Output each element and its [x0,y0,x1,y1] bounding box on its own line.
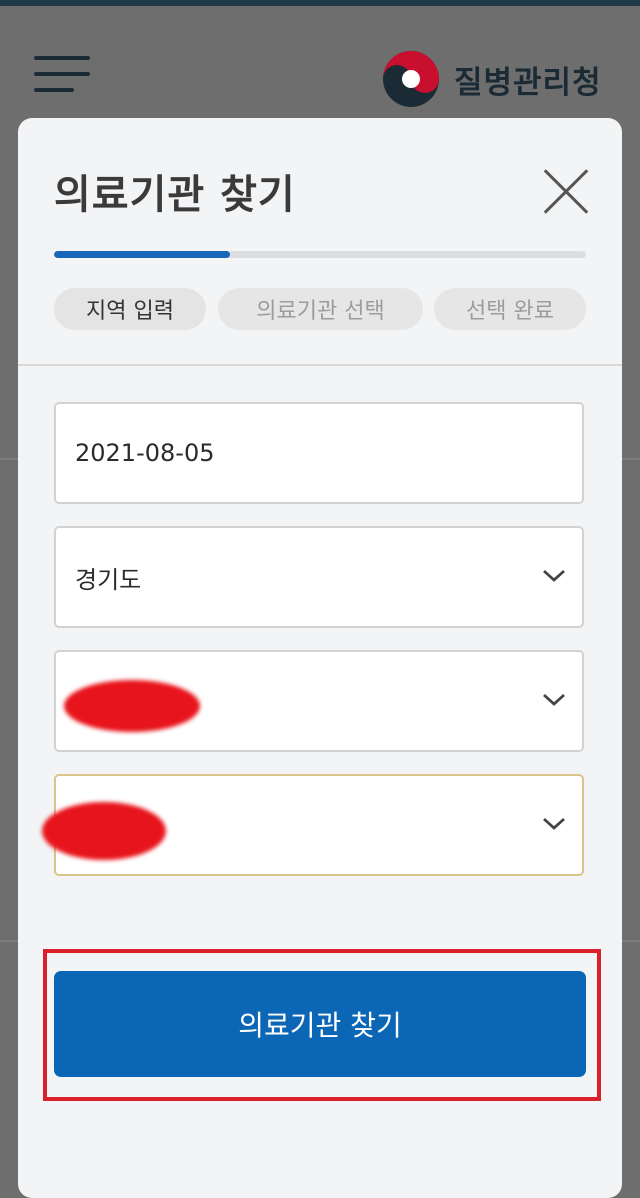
close-icon[interactable] [540,166,592,218]
redaction-mark [64,680,200,732]
step-region-input[interactable]: 지역 입력 [54,288,206,330]
find-hospital-button[interactable]: 의료기관 찾기 [54,971,586,1077]
brand[interactable]: 질병관리청 [382,50,602,108]
province-select[interactable]: 경기도 [54,526,584,628]
province-value: 경기도 [75,565,142,594]
chevron-down-icon [543,817,565,830]
chevron-down-icon [543,569,565,582]
step-progress-bar [54,251,586,258]
redaction-mark [42,802,166,860]
step-hospital-select[interactable]: 의료기관 선택 [218,288,423,330]
taegeuk-icon [383,51,439,107]
modal-title: 의료기관 찾기 [54,172,296,218]
top-status-strip [0,0,640,6]
brand-name: 질병관리청 [454,64,602,101]
date-field[interactable]: 2021-08-05 [54,402,584,504]
step-complete[interactable]: 선택 완료 [434,288,586,330]
progress-fill [54,251,230,258]
find-hospital-modal: 의료기관 찾기 지역 입력 의료기관 선택 선택 완료 2021-08-05 경… [18,118,622,1198]
section-divider [18,364,622,366]
date-value: 2021-08-05 [75,439,215,467]
chevron-down-icon [543,693,565,706]
hamburger-icon[interactable] [34,56,90,94]
